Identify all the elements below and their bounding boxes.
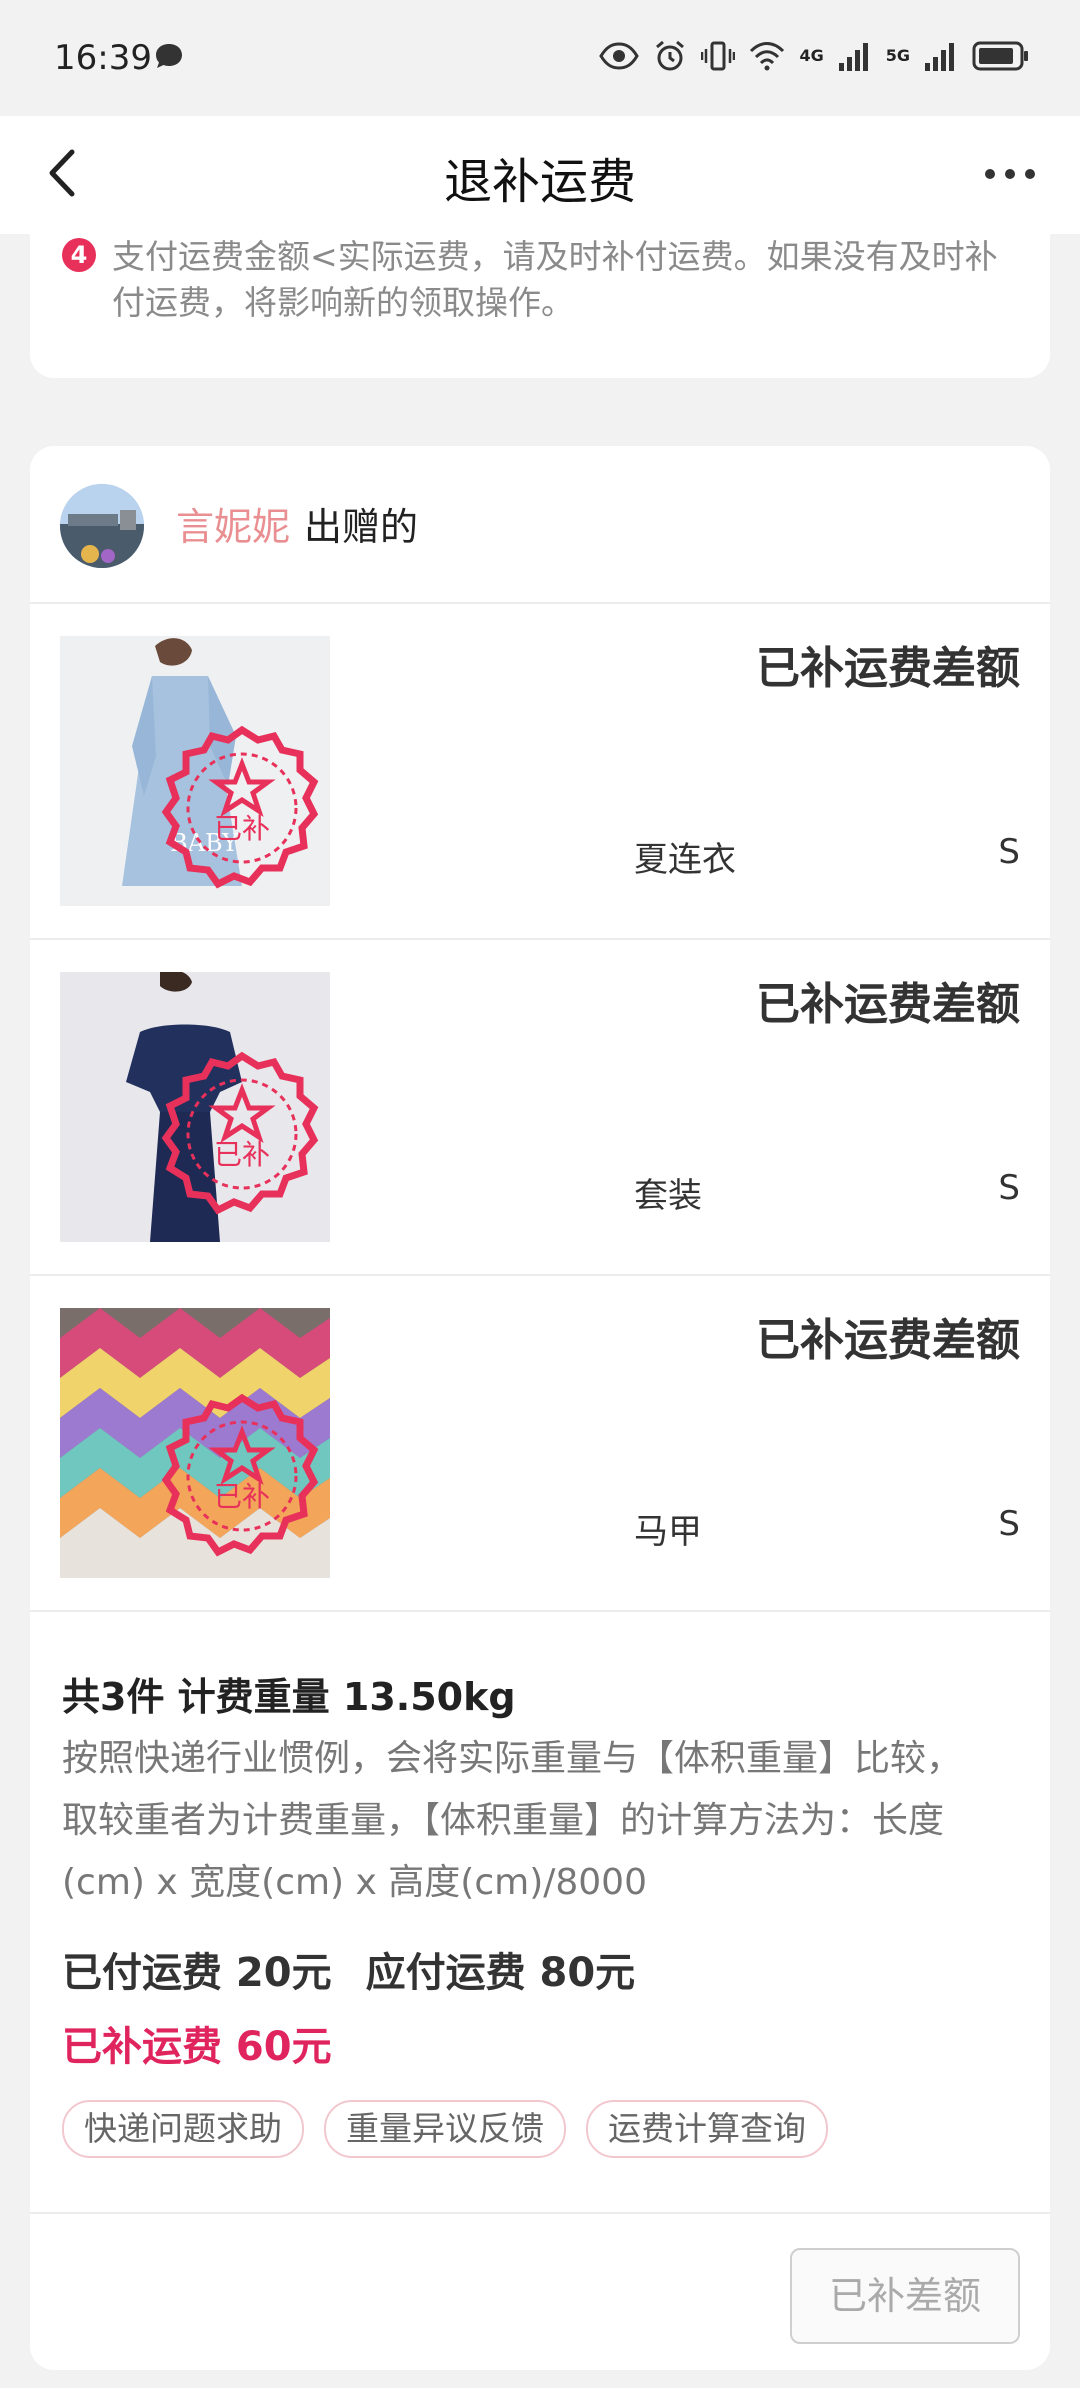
summary-description: 按照快递行业惯例，会将实际重量与【体积重量】比较，取较重者为计费重量，【体积重量… bbox=[62, 1738, 963, 1903]
tag-shipping-help[interactable]: 快递问题求助 bbox=[62, 2100, 304, 2158]
divider bbox=[30, 2212, 1050, 2214]
tag-fee-calculator[interactable]: 运费计算查询 bbox=[586, 2100, 828, 2158]
item-size: S bbox=[998, 1168, 1020, 1208]
eye-icon bbox=[599, 42, 640, 70]
more-icon[interactable] bbox=[980, 144, 1040, 204]
giver-row[interactable]: 言妮妮 出赠的 bbox=[30, 446, 1050, 604]
item-size: S bbox=[998, 832, 1020, 872]
page-title: 退补运费 bbox=[443, 154, 636, 210]
wifi-icon bbox=[750, 42, 785, 71]
network-4g-label: 4G bbox=[799, 46, 824, 65]
item-name: 马甲 bbox=[634, 1512, 702, 1552]
giver-suffix: 出赠的 bbox=[304, 505, 419, 549]
giver-name[interactable]: 言妮妮 bbox=[176, 496, 290, 551]
message-bubble-icon bbox=[156, 44, 182, 68]
status-time: 16:39 bbox=[54, 38, 152, 78]
due-fee: 应付运费 80元 bbox=[365, 1950, 636, 1996]
supplemented-button[interactable]: 已补差额 bbox=[790, 2248, 1020, 2344]
battery-icon bbox=[972, 41, 1028, 71]
shipping-card: 言妮妮 出赠的 BABY 已补 已补运费差额 夏连衣 S 已补 已补运费差额 套… bbox=[30, 446, 1050, 2370]
stamp-text: 已补 bbox=[214, 812, 270, 845]
summary-title: 共3件 计费重量 13.50kg bbox=[62, 1675, 516, 1719]
avatar[interactable] bbox=[60, 484, 144, 568]
network-5g-label: 5G bbox=[885, 46, 910, 65]
tag-weight-dispute[interactable]: 重量异议反馈 bbox=[324, 2100, 566, 2158]
signal-icon bbox=[838, 43, 868, 71]
vibrate-icon bbox=[701, 41, 736, 71]
item-thumbnail[interactable]: BABY 已补 bbox=[60, 636, 330, 906]
paid-fee: 已付运费 20元 bbox=[62, 1950, 332, 1996]
nav-bar: 退补运费 bbox=[0, 116, 1080, 234]
notice-number-badge: 4 bbox=[62, 238, 96, 272]
item-row[interactable]: BABY 已补 已补运费差额 夏连衣 S bbox=[30, 604, 1050, 940]
item-thumbnail[interactable]: 已补 bbox=[60, 1308, 330, 1578]
supplemented-fee: 已补运费 60元 bbox=[62, 2024, 332, 2070]
status-bar: 16:39 4G 5G bbox=[0, 0, 1080, 116]
avatar-image bbox=[60, 484, 144, 568]
item-thumbnail[interactable]: 已补 bbox=[60, 972, 330, 1242]
status-icons: 4G 5G bbox=[599, 36, 1030, 76]
item-size: S bbox=[998, 1504, 1020, 1544]
notice-card: 4 支付运费金额<实际运费，请及时补付运费。如果没有及时补付运费，将影响新的领取… bbox=[30, 234, 1050, 378]
help-tags: 快递问题求助 重量异议反馈 运费计算查询 bbox=[62, 2100, 828, 2158]
stamp-text: 已补 bbox=[214, 1138, 270, 1171]
signal-icon-2 bbox=[925, 43, 954, 71]
notice-text: 支付运费金额<实际运费，请及时补付运费。如果没有及时补付运费，将影响新的领取操作… bbox=[112, 237, 998, 322]
item-status: 已补运费差额 bbox=[756, 979, 1020, 1030]
stamp-text: 已补 bbox=[214, 1480, 270, 1513]
item-name: 套装 bbox=[634, 1176, 702, 1216]
item-status: 已补运费差额 bbox=[756, 1315, 1020, 1366]
fee-row: 已付运费 20元 应付运费 80元 bbox=[62, 1940, 635, 1998]
item-name: 夏连衣 bbox=[634, 840, 736, 880]
item-row[interactable]: 已补 已补运费差额 马甲 S bbox=[30, 1276, 1050, 1612]
alarm-icon bbox=[656, 40, 685, 71]
item-row[interactable]: 已补 已补运费差额 套装 S bbox=[30, 940, 1050, 1276]
item-status: 已补运费差额 bbox=[756, 643, 1020, 694]
